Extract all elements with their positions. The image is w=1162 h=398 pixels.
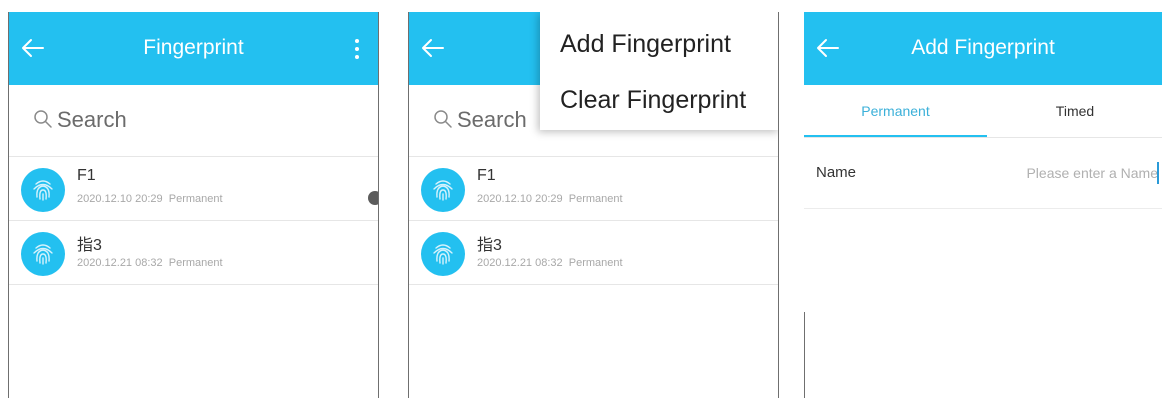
- tab-timed[interactable]: Timed: [988, 85, 1162, 137]
- app-bar: Add Fingerprint: [804, 12, 1162, 85]
- search-placeholder: Search: [457, 107, 527, 132]
- list-item[interactable]: F1 2020.12.10 20:29 Permanent: [9, 157, 378, 221]
- item-name: F1: [477, 167, 496, 184]
- fingerprint-icon: [21, 232, 65, 276]
- app-bar: Fingerprint: [9, 12, 378, 85]
- search-icon: [34, 110, 52, 128]
- more-menu-icon[interactable]: [354, 39, 360, 59]
- scroll-handle[interactable]: [368, 191, 378, 205]
- add-fingerprint-screen: Add Fingerprint Permanent Timed Name: [804, 12, 1162, 398]
- list-item[interactable]: F1 2020.12.10 20:29 Permanent: [409, 157, 778, 221]
- fingerprint-icon: [421, 168, 465, 212]
- item-name: F1: [77, 167, 96, 184]
- text-cursor: [1157, 162, 1159, 184]
- item-name: 指3: [477, 237, 502, 254]
- item-name: 指3: [77, 237, 102, 254]
- item-meta: 2020.12.21 08:32 Permanent: [477, 257, 623, 269]
- divider: [804, 312, 805, 398]
- menu-item-add-fingerprint[interactable]: Add Fingerprint: [560, 30, 731, 59]
- item-meta: 2020.12.10 20:29 Permanent: [77, 193, 223, 205]
- back-arrow-icon[interactable]: [419, 34, 447, 62]
- search-icon: [434, 110, 452, 128]
- list-item[interactable]: 指3 2020.12.21 08:32 Permanent: [409, 221, 778, 285]
- overflow-menu: Add Fingerprint Clear Fingerprint: [540, 12, 778, 130]
- tab-bar: Permanent Timed: [804, 85, 1162, 138]
- page-title: Fingerprint: [143, 36, 244, 59]
- menu-item-clear-fingerprint[interactable]: Clear Fingerprint: [560, 86, 746, 115]
- search-placeholder: Search: [57, 107, 127, 132]
- tab-permanent[interactable]: Permanent: [804, 85, 987, 137]
- fingerprint-icon: [421, 232, 465, 276]
- name-field-row: Name: [804, 138, 1162, 209]
- fingerprint-menu-screen: Search F1 2020.12.10 20:29 Permanent 指3 …: [408, 12, 779, 398]
- name-label: Name: [816, 164, 857, 181]
- search-bar[interactable]: Search: [9, 85, 378, 157]
- name-input[interactable]: [972, 162, 1158, 184]
- item-meta: 2020.12.10 20:29 Permanent: [477, 193, 623, 205]
- list-item[interactable]: 指3 2020.12.21 08:32 Permanent: [9, 221, 378, 285]
- fingerprint-icon: [21, 168, 65, 212]
- fingerprint-list-screen: Fingerprint Search F1 2020.12.10 20:29 P…: [8, 12, 379, 398]
- item-meta: 2020.12.21 08:32 Permanent: [77, 257, 223, 269]
- page-title: Add Fingerprint: [911, 36, 1055, 59]
